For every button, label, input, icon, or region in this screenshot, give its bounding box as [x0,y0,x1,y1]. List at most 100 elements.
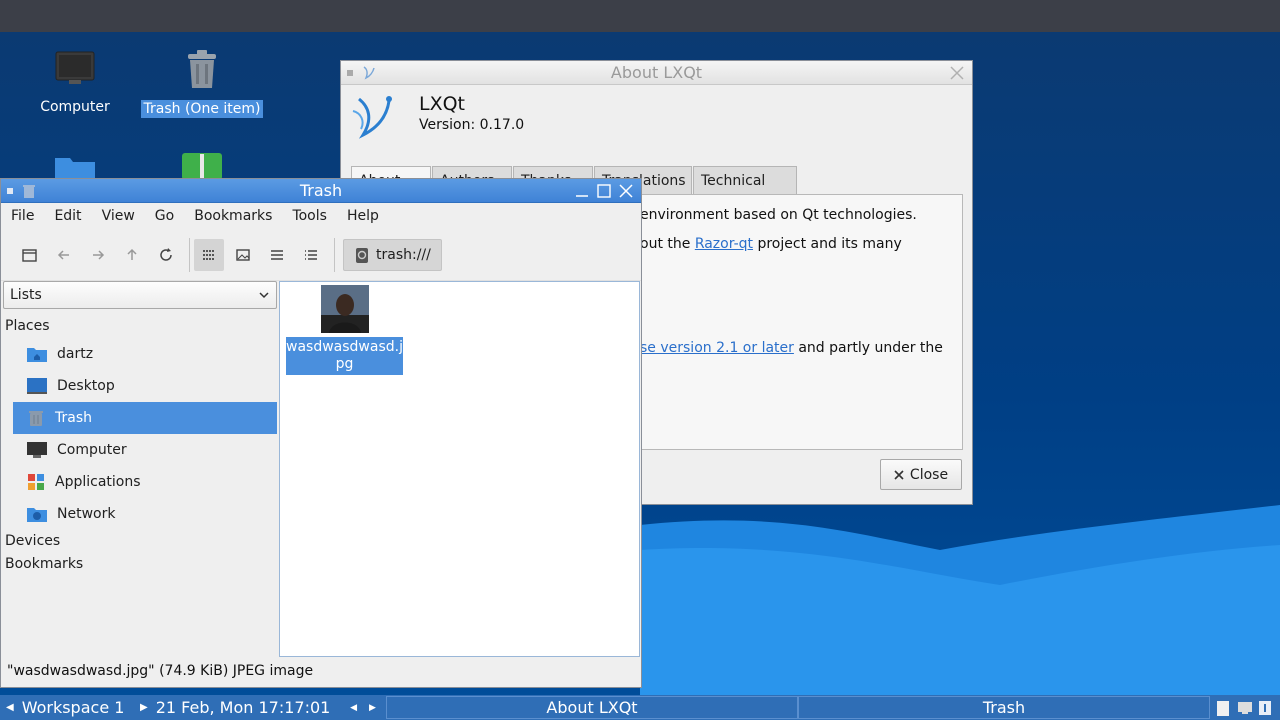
workspace-switcher[interactable]: ◀ Workspace 1 [0,695,140,720]
file-view[interactable]: wasdwasdwasd.jpg [279,281,640,657]
icon-view-button[interactable] [194,238,224,271]
trash-icon [188,50,216,88]
forward-button[interactable] [83,239,113,271]
fm-window-title: Trash [299,181,343,200]
home-folder-icon [27,348,47,362]
place-dartz[interactable]: dartz [13,338,277,370]
thumbnail-view-button[interactable] [228,239,258,271]
close-button-label: Close [909,466,949,483]
place-network[interactable]: Network [13,498,277,530]
place-label: Network [57,506,116,522]
close-icon[interactable] [948,64,966,82]
chevron-right-icon[interactable]: ▶ [140,702,148,713]
about-text-line: out the Razor-qt project and its many [640,236,902,252]
app-name: LXQt [419,93,466,115]
fm-titlebar[interactable]: Trash [1,179,641,203]
desktop-icon-trash[interactable]: Trash (One item) [137,48,267,118]
lxqt-logo-icon [352,96,392,139]
menu-go[interactable]: Go [155,208,174,224]
chevron-left-icon[interactable]: ◀ [350,703,357,713]
menu-edit[interactable]: Edit [54,208,81,224]
task-about-lxqt[interactable]: About LXQt [386,696,798,719]
license-link[interactable]: se version 2.1 or later [640,340,794,356]
file-item[interactable]: wasdwasdwasd.jpg [286,285,403,375]
section-bookmarks[interactable]: Bookmarks [3,553,277,576]
razor-qt-link[interactable]: Razor-qt [695,236,753,252]
menu-help[interactable]: Help [347,208,379,224]
close-icon[interactable] [617,182,635,200]
clipboard-icon[interactable] [1214,699,1232,717]
menu-file[interactable]: File [11,208,34,224]
side-pane-mode-value: Lists [10,287,42,303]
chevron-down-icon [259,292,269,299]
minimize-icon[interactable] [573,182,591,200]
top-panel [0,0,1280,32]
about-text: and partly under the [793,340,943,356]
task-label: About LXQt [546,698,638,717]
folder-icon [55,158,95,180]
trash-path-icon [356,247,368,263]
archive-icon [182,153,222,180]
place-applications[interactable]: Applications [13,466,277,498]
taskbar: ◀ Workspace 1 ▶ 21 Feb, Mon 17:17:01 ◀ ▶… [0,695,1280,720]
back-button[interactable] [49,239,79,271]
window-menu-icon[interactable] [7,188,13,194]
path-text: trash:/// [376,246,431,263]
detail-view-button[interactable] [296,239,326,271]
place-label: Applications [55,474,141,490]
desktop-icon-computer[interactable]: Computer [10,48,140,116]
info-icon[interactable] [1258,699,1272,717]
side-pane-mode-select[interactable]: Lists [3,281,277,309]
trash-small-icon [23,185,35,198]
about-titlebar[interactable]: About LXQt [341,61,972,85]
monitor-icon[interactable] [1236,699,1254,717]
compact-view-button[interactable] [262,239,292,271]
place-label: Desktop [57,378,115,394]
lxqt-small-icon [363,66,375,80]
toolbar-separator [189,237,190,272]
file-manager-window: Trash File Edit View Go Bookmarks Tools … [0,178,642,688]
system-tray [1210,695,1272,720]
about-text: out the [640,236,695,252]
arrow-right-icon [93,249,105,260]
about-window-title: About LXQt [610,63,703,82]
menu-tools[interactable]: Tools [292,208,327,224]
arrow-left-icon [57,249,69,260]
reload-button[interactable] [151,239,181,271]
menu-view[interactable]: View [102,208,135,224]
desktop-icon [27,378,47,394]
clock-text: 21 Feb, Mon 17:17:01 [155,698,331,717]
chevron-left-icon[interactable]: ◀ [6,702,14,713]
task-scroll: ◀ ▶ [340,695,386,720]
section-devices[interactable]: Devices [3,530,277,553]
place-desktop[interactable]: Desktop [13,370,277,402]
place-trash[interactable]: Trash [13,402,277,434]
image-icon [236,248,250,261]
network-icon [27,508,47,522]
about-text: project and its many [753,236,902,252]
desktop-icon-label: Computer [40,99,110,115]
toolbar-separator [334,237,335,272]
grid-icon [203,249,214,260]
section-places[interactable]: Places [3,315,277,338]
list-compact-icon [271,249,283,260]
computer-icon [27,442,47,458]
path-bar[interactable]: trash:/// [343,238,442,271]
menu-bookmarks[interactable]: Bookmarks [194,208,272,224]
chevron-right-icon[interactable]: ▶ [369,703,376,713]
side-pane: Lists Places dartz Desktop Trash Compute… [3,281,277,576]
trash-icon [29,411,43,426]
close-button[interactable]: Close [880,459,962,490]
applications-icon [28,474,44,490]
close-icon [894,469,904,480]
task-trash[interactable]: Trash [798,696,1210,719]
place-computer[interactable]: Computer [13,434,277,466]
tab-technical-info[interactable]: Technical Info [693,166,797,217]
up-button[interactable] [117,239,147,271]
maximize-icon[interactable] [595,182,613,200]
toolbar: trash:/// [1,229,641,281]
task-label: Trash [982,698,1026,717]
window-menu-icon[interactable] [347,70,353,76]
new-tab-button[interactable] [15,239,45,271]
clock[interactable]: ▶ 21 Feb, Mon 17:17:01 [140,695,340,720]
